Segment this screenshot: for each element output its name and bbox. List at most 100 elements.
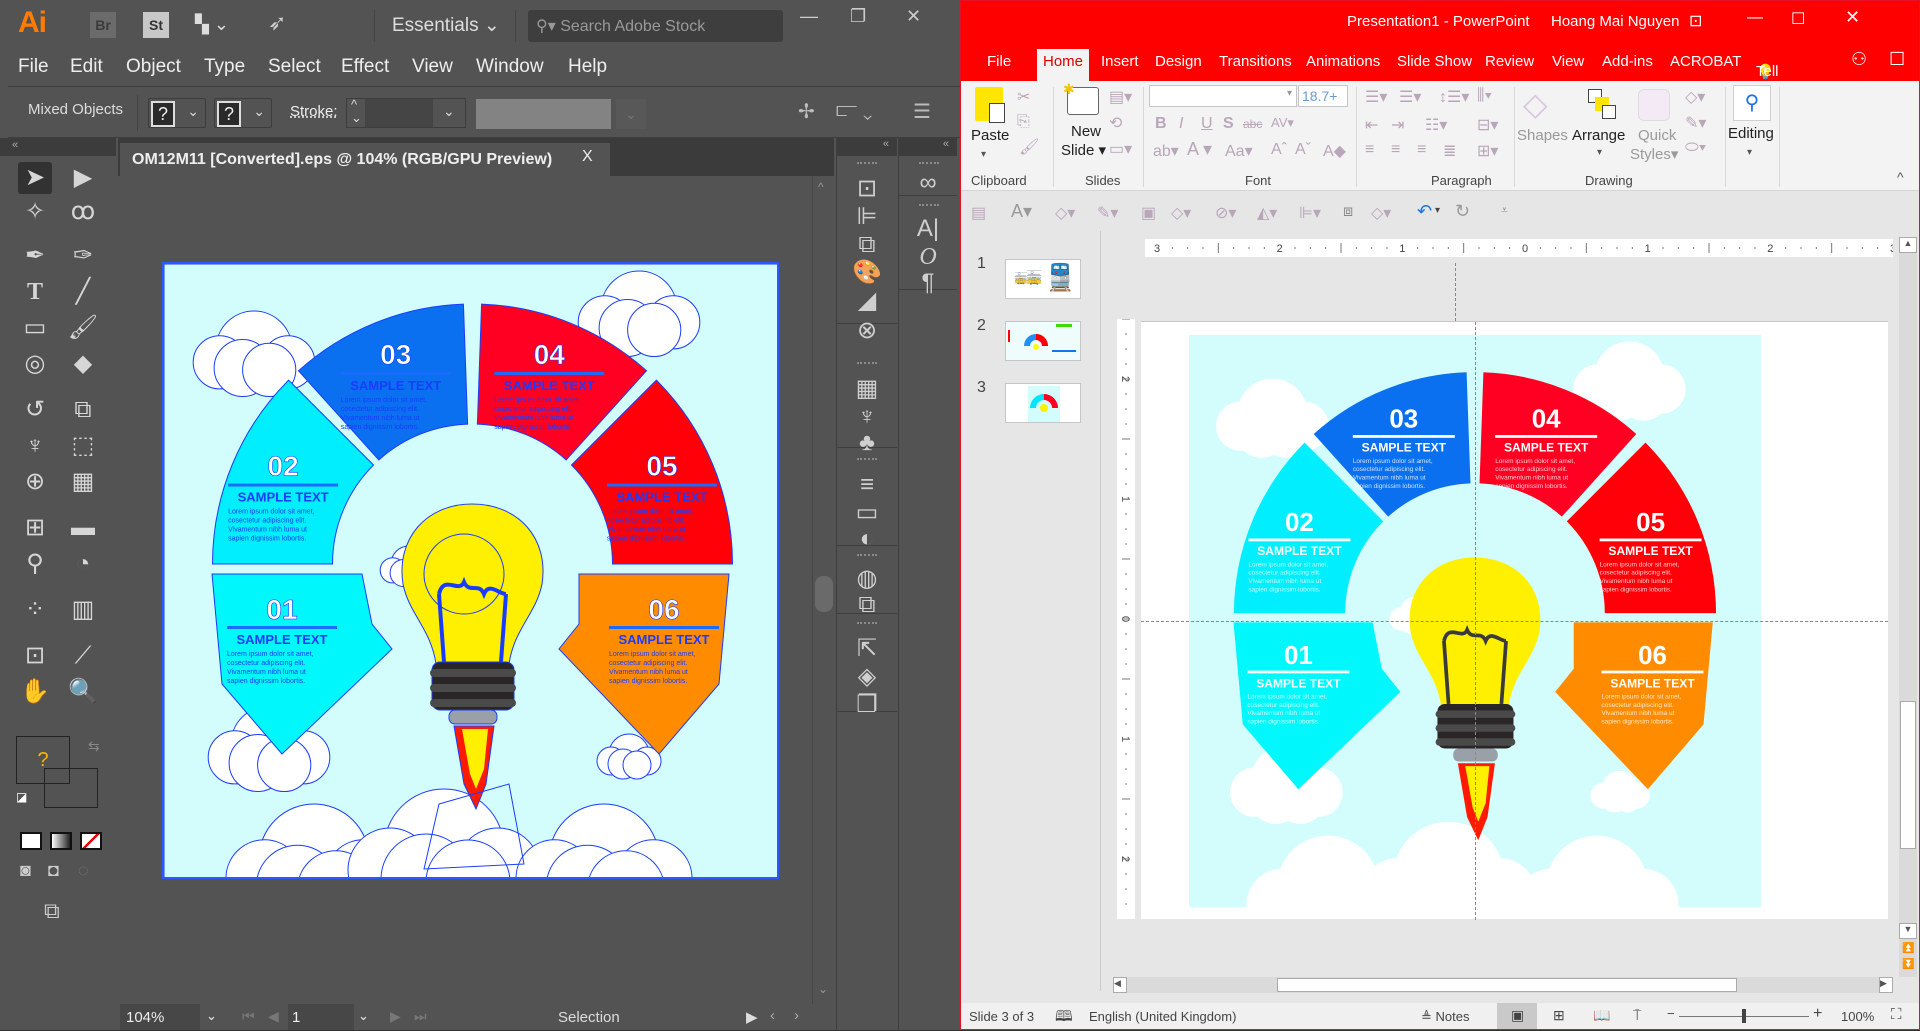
cut-icon[interactable]: ✂ bbox=[1017, 87, 1030, 107]
rotate-tool-icon[interactable]: ↺ bbox=[18, 394, 52, 426]
tab-transitions[interactable]: Transitions bbox=[1219, 53, 1292, 70]
tab-design[interactable]: Design bbox=[1155, 53, 1202, 70]
collapse-icon[interactable]: « bbox=[12, 139, 18, 151]
line-tool-icon[interactable]: ╱ bbox=[66, 276, 100, 308]
scrollbar-thumb[interactable] bbox=[1900, 701, 1916, 849]
tab-animations[interactable]: Animations bbox=[1306, 53, 1380, 70]
menu-edit[interactable]: Edit bbox=[70, 56, 103, 78]
reset-icon[interactable]: ⟲ bbox=[1109, 113, 1122, 133]
eyedropper-tool-icon[interactable]: ⚲ bbox=[18, 548, 52, 580]
eraser-tool-icon[interactable]: ◆ bbox=[66, 348, 100, 380]
scrollbar-thumb[interactable] bbox=[1277, 978, 1737, 992]
shadow-icon[interactable]: S bbox=[1223, 115, 1234, 133]
draw-normal-icon[interactable]: ◙ bbox=[20, 860, 31, 881]
variable-width-profile[interactable] bbox=[476, 99, 611, 129]
line-spacing-icon[interactable]: ↕☰▾ bbox=[1439, 87, 1469, 107]
align-right-icon[interactable]: ≡ bbox=[1417, 141, 1426, 159]
tab-home[interactable]: Home bbox=[1037, 49, 1090, 81]
maximize-button[interactable]: ❐ bbox=[850, 6, 866, 27]
slide-thumbnail-2[interactable] bbox=[1005, 321, 1081, 361]
align-text-icon[interactable]: ⊟▾ bbox=[1477, 115, 1498, 135]
font-size-input[interactable]: 18.7+ bbox=[1298, 85, 1348, 107]
selection-tool-icon[interactable]: ➤ bbox=[18, 162, 52, 194]
increase-font-icon[interactable]: Aˆ bbox=[1271, 141, 1287, 159]
slide-thumbnail-3-selected[interactable] bbox=[1005, 383, 1081, 423]
snap-icon[interactable]: ⫍ ⌄ bbox=[836, 99, 872, 122]
zoom-slider-thumb[interactable] bbox=[1742, 1009, 1746, 1023]
scroll-left-icon[interactable]: ◀ bbox=[1113, 977, 1127, 993]
artboard-tool-icon[interactable]: ⊡ bbox=[18, 640, 52, 672]
new-slide-button-line2[interactable]: Slide ▾ bbox=[1061, 141, 1106, 159]
shape-outline-icon[interactable]: ✎▾ bbox=[1097, 203, 1118, 223]
perspective-grid-tool-icon[interactable]: ▦ bbox=[66, 466, 100, 498]
default-colors-icon[interactable]: ◪ bbox=[16, 790, 27, 804]
grip-handle[interactable] bbox=[857, 362, 877, 366]
grip-handle[interactable] bbox=[857, 554, 877, 558]
artboard[interactable]: 02 SAMPLE TEXT Lorem ipsum dolor sit amet,… bbox=[162, 262, 779, 879]
normal-view-button[interactable]: ▣ bbox=[1497, 1003, 1537, 1029]
arrange-documents-icon[interactable]: ▚ ⌄ bbox=[195, 14, 229, 35]
bold-icon[interactable]: B bbox=[1155, 115, 1167, 133]
font-color-icon[interactable]: A▾ bbox=[1011, 201, 1032, 222]
scroll-up-icon[interactable]: ^ bbox=[818, 180, 824, 194]
fill-color-dropdown[interactable]: ? ⌄ bbox=[148, 98, 206, 128]
close-button[interactable]: ✕ bbox=[1845, 7, 1860, 28]
collapse-icon[interactable]: « bbox=[943, 138, 949, 150]
paste-button[interactable]: Paste bbox=[971, 127, 1009, 144]
ribbon-display-options-icon[interactable]: ⊡ bbox=[1689, 11, 1702, 31]
selection-pane-icon[interactable]: ⧈ bbox=[1343, 203, 1353, 221]
swap-colors-icon[interactable]: ⇆ bbox=[88, 738, 100, 755]
magic-wand-tool-icon[interactable]: ✧ bbox=[18, 196, 52, 228]
current-tool-readout[interactable]: Selection bbox=[558, 1009, 620, 1026]
merge-shapes-icon[interactable]: ⊘▾ bbox=[1215, 203, 1236, 223]
hand-tool-icon[interactable]: ✋ bbox=[18, 676, 52, 708]
slide-thumbnail-1[interactable]: 🚋 🚋 🚆 bbox=[1005, 259, 1081, 299]
text-box-icon[interactable]: ▤ bbox=[971, 203, 986, 223]
grip-handle[interactable] bbox=[919, 204, 939, 208]
grip-handle[interactable] bbox=[857, 162, 877, 166]
character-spacing-icon[interactable]: AV▾ bbox=[1271, 115, 1294, 131]
menu-view[interactable]: View bbox=[412, 56, 453, 78]
spell-check-icon[interactable]: 🕮 bbox=[1055, 1006, 1073, 1031]
menu-effect[interactable]: Effect bbox=[341, 56, 389, 78]
status-menu-icon[interactable]: ▶ bbox=[746, 1008, 758, 1026]
stroke-weight-field[interactable] bbox=[365, 99, 433, 127]
type-tool-icon[interactable]: T bbox=[18, 276, 52, 308]
column-graph-tool-icon[interactable]: ▥ bbox=[66, 594, 100, 626]
zoom-out-button[interactable]: − bbox=[1667, 1006, 1675, 1021]
grip-handle[interactable] bbox=[857, 458, 877, 462]
artboards-list-icon[interactable]: ❐ bbox=[850, 688, 884, 722]
bridge-button[interactable]: Br bbox=[90, 12, 116, 38]
slide-sorter-icon[interactable]: ⊞ bbox=[1553, 1007, 1565, 1024]
ai-infographic-artwork[interactable]: 02 SAMPLE TEXT Lorem ipsum dolor sit amet,… bbox=[164, 264, 779, 879]
align-to-grid-icon[interactable]: ✢ bbox=[798, 99, 815, 124]
smartart-icon[interactable]: ⊞▾ bbox=[1477, 141, 1498, 161]
symbol-sprayer-tool-icon[interactable]: ⁘ bbox=[18, 594, 52, 626]
gradient-tool-icon[interactable]: ▬ bbox=[66, 512, 100, 544]
change-case-icon[interactable]: Aa▾ bbox=[1225, 141, 1253, 161]
tab-view[interactable]: View bbox=[1552, 53, 1584, 70]
screen-mode-icon[interactable]: ⧉ bbox=[44, 898, 60, 924]
shapes-icon[interactable]: ◇ bbox=[1523, 85, 1548, 123]
share-icon[interactable]: ⚇ bbox=[1851, 49, 1867, 70]
appearance-panel-icon[interactable]: ⊗ bbox=[850, 314, 884, 348]
quick-styles-button-line2[interactable]: Styles▾ bbox=[1630, 145, 1678, 163]
shape-fill-icon[interactable]: ◇▾ bbox=[1055, 203, 1075, 223]
clear-formatting-icon[interactable]: A◆ bbox=[1323, 141, 1346, 161]
editing-button[interactable]: Editing bbox=[1728, 125, 1774, 142]
minimize-button[interactable]: — bbox=[1747, 9, 1763, 27]
redo-icon[interactable]: ↻ bbox=[1455, 201, 1470, 222]
vertical-ruler[interactable]: 21012 bbox=[1117, 318, 1135, 919]
tab-file[interactable]: File bbox=[987, 53, 1011, 70]
stepper-down-icon[interactable]: ⌄ bbox=[351, 110, 362, 126]
reading-view-icon[interactable]: 📖 bbox=[1593, 1007, 1610, 1024]
maximize-button[interactable]: ☐ bbox=[1791, 9, 1805, 29]
zoom-tool-icon[interactable]: 🔍 bbox=[66, 676, 100, 708]
vertical-guide[interactable] bbox=[1475, 322, 1476, 920]
stroke-color-dropdown[interactable]: ? ⌄ bbox=[214, 98, 272, 128]
chevron-down-icon[interactable]: ⌄ bbox=[443, 103, 455, 120]
scale-tool-icon[interactable]: ⧉ bbox=[66, 394, 100, 426]
shape-effects-icon[interactable]: ⬭▾ bbox=[1685, 139, 1706, 157]
tab-insert[interactable]: Insert bbox=[1101, 53, 1139, 70]
bullets-icon[interactable]: ☰▾ bbox=[1365, 87, 1387, 107]
